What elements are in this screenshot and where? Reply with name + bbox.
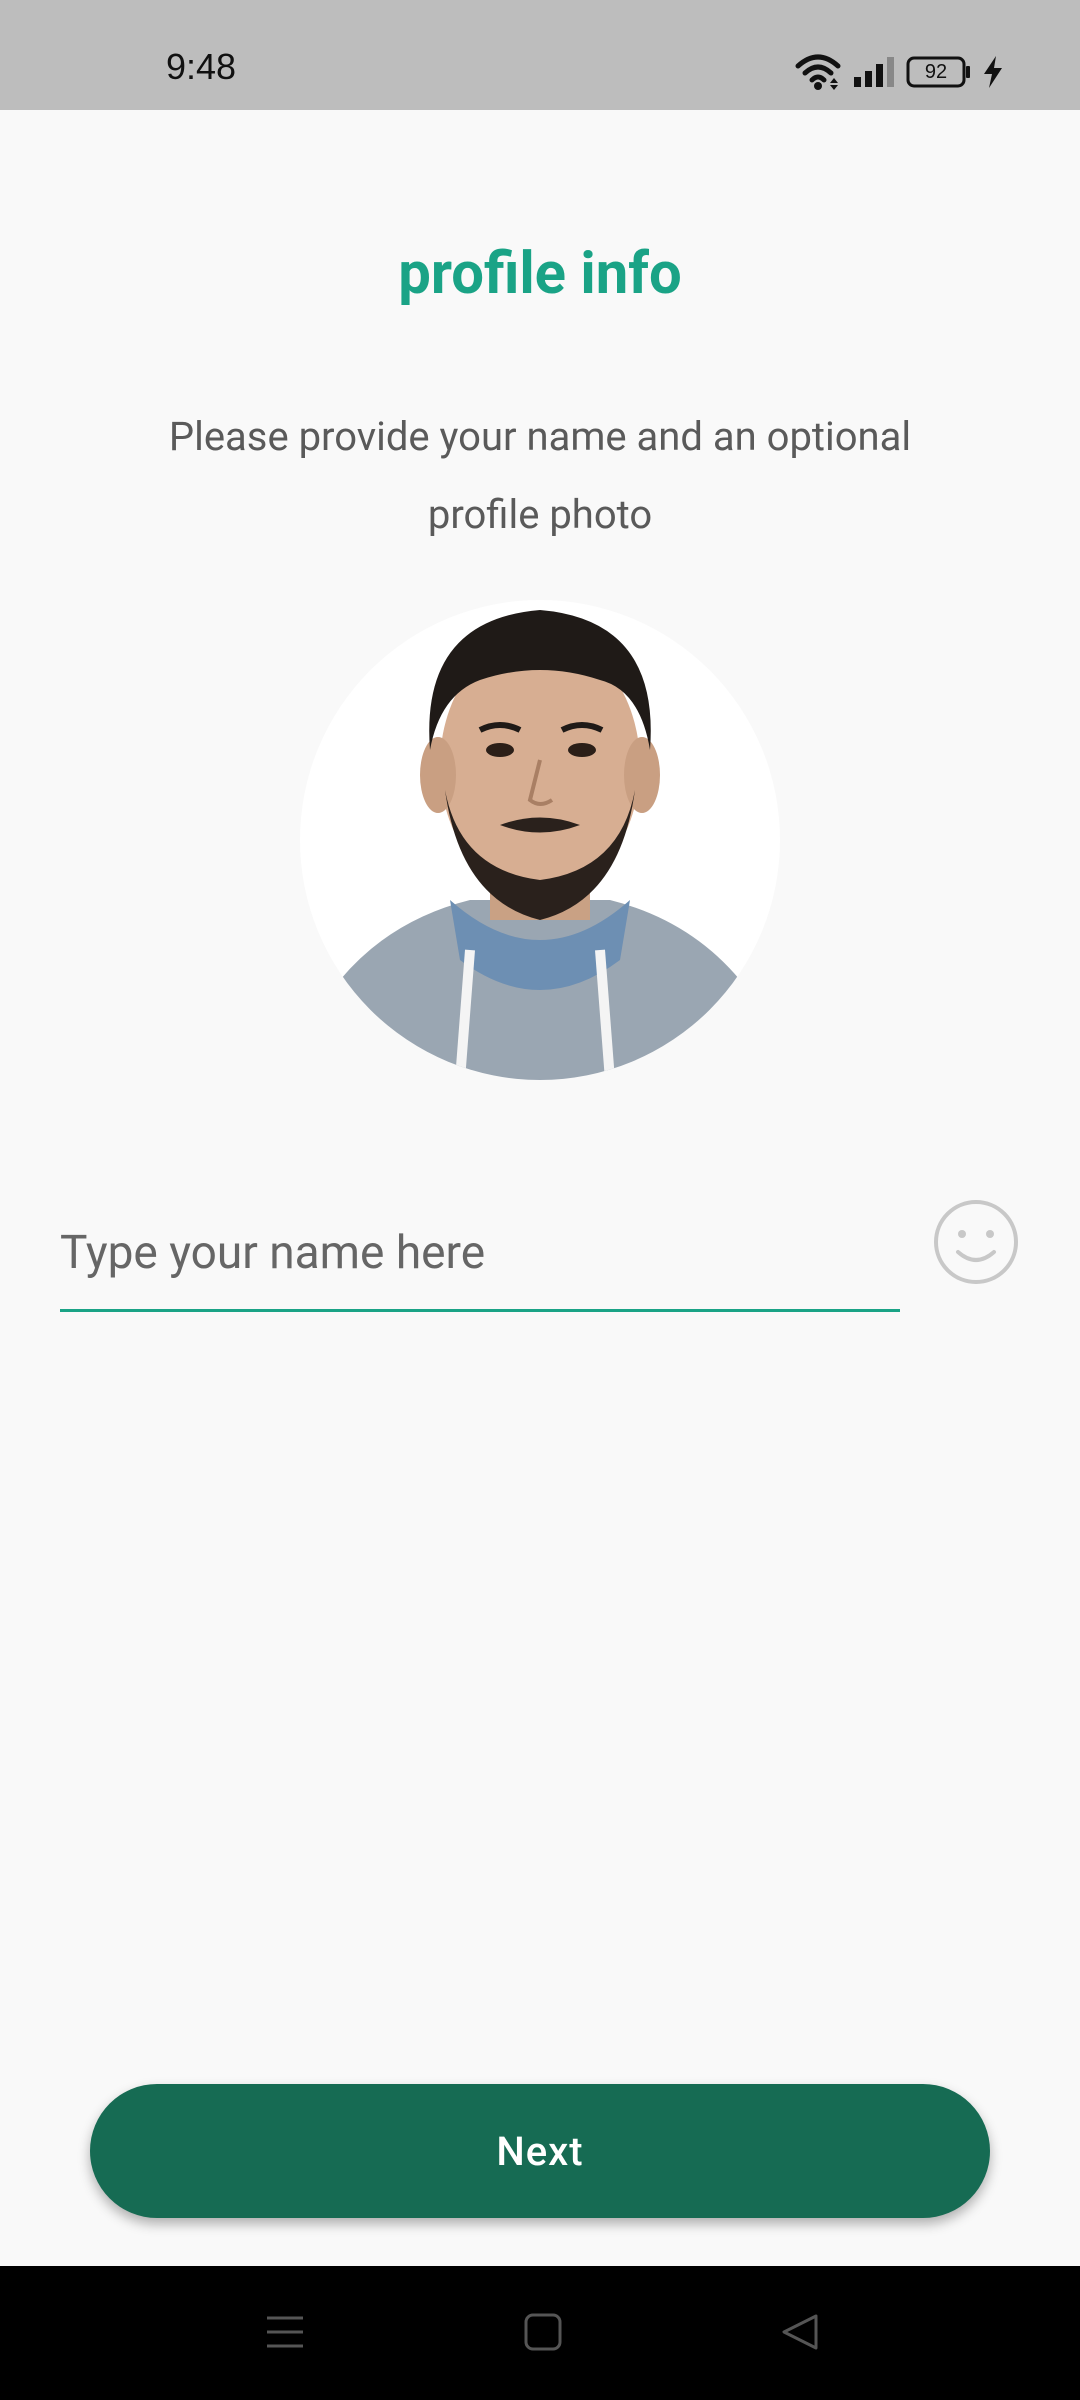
wifi-icon <box>794 52 842 92</box>
navigation-bar <box>0 2266 1080 2400</box>
emoji-icon <box>934 1200 1018 1284</box>
signal-icon <box>852 55 896 89</box>
person-photo-icon <box>320 610 760 1080</box>
name-input[interactable] <box>60 1196 900 1312</box>
battery-level: 92 <box>924 61 948 83</box>
page-subtitle: Please provide your name and an optional… <box>168 413 912 538</box>
back-icon <box>782 2314 818 2350</box>
battery-icon: 92 <box>906 56 972 88</box>
profile-photo[interactable] <box>300 600 780 1080</box>
back-button[interactable] <box>770 2302 830 2362</box>
profile-info-screen: 9:48 92 profile info Please provide your… <box>0 0 1080 2400</box>
status-bar: 9:48 92 <box>0 0 1080 110</box>
home-icon <box>524 2313 562 2351</box>
charging-icon <box>982 55 1004 89</box>
recents-icon <box>267 2316 303 2348</box>
page-title: profile info <box>398 240 682 308</box>
status-time: 9:48 <box>166 46 237 87</box>
status-icons: 92 <box>794 50 1004 94</box>
next-button[interactable]: Next <box>90 2084 990 2218</box>
recents-button[interactable] <box>255 2302 315 2362</box>
emoji-button[interactable] <box>930 1196 1022 1288</box>
home-button[interactable] <box>513 2302 573 2362</box>
next-button-label: Next <box>496 2127 584 2175</box>
